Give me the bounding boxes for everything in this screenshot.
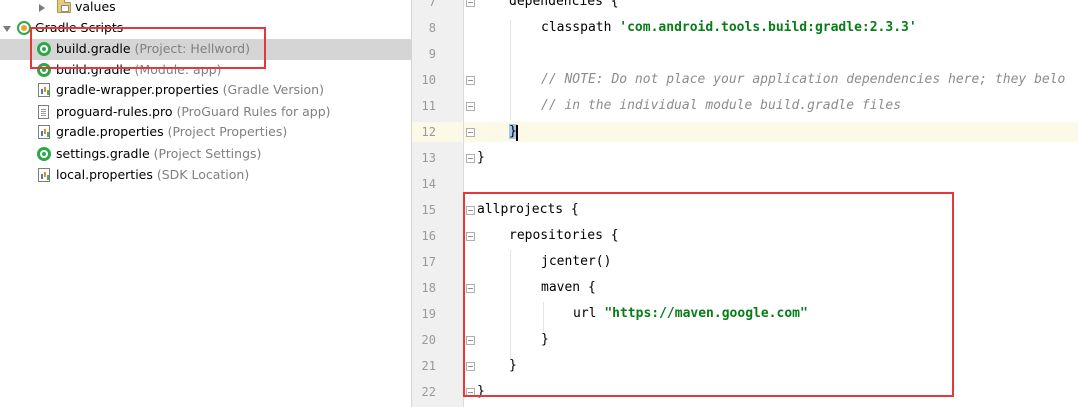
code-line-8: classpath 'com.android.tools.build:gradl…: [541, 20, 917, 35]
tree-item-label: local.properties (SDK Location): [56, 167, 250, 182]
collapse-arrow-icon[interactable]: [3, 26, 11, 32]
line-number: 13: [421, 151, 436, 165]
line-number: 10: [421, 73, 436, 87]
line-number: 15: [421, 203, 436, 217]
expand-arrow-icon[interactable]: [39, 4, 45, 12]
tree-item-values[interactable]: values: [0, 0, 411, 18]
highlight-box-allprojects: [463, 192, 954, 397]
text-file-icon: [38, 105, 49, 119]
code-line-13: }: [477, 150, 485, 165]
gradle-scripts-icon: [17, 21, 31, 35]
line-number: 12: [421, 125, 436, 139]
tree-item-label: gradle-wrapper.properties (Gradle Versio…: [56, 82, 324, 97]
line-number: 19: [421, 307, 436, 321]
highlight-box-build-gradle: [30, 27, 266, 69]
text-caret: [516, 125, 518, 141]
properties-icon: [38, 83, 50, 97]
fold-marker-icon[interactable]: [466, 0, 475, 7]
line-number: 8: [428, 21, 436, 35]
line-number: 18: [421, 281, 436, 295]
line-number: 9: [428, 47, 436, 61]
fold-marker-icon[interactable]: [466, 154, 475, 163]
fold-marker-icon[interactable]: [466, 76, 475, 85]
code-line-7: dependencies {: [509, 0, 619, 9]
line-number: 21: [421, 359, 436, 373]
gradle-icon: [37, 147, 51, 161]
code-line-10: // NOTE: Do not place your application d…: [541, 72, 1066, 87]
fold-marker-icon[interactable]: [466, 128, 475, 137]
tree-item-gradle-properties[interactable]: gradle.properties (Project Properties): [0, 122, 411, 143]
tree-item-proguard-rules[interactable]: proguard-rules.pro (ProGuard Rules for a…: [0, 102, 411, 123]
tree-item-label: values: [75, 0, 116, 14]
folder-icon: [57, 0, 71, 13]
line-number: 7: [428, 0, 436, 9]
line-number: 11: [421, 99, 436, 113]
line-number: 20: [421, 333, 436, 347]
properties-icon: [38, 125, 50, 139]
tree-item-label: settings.gradle (Project Settings): [56, 146, 262, 161]
line-number: 14: [421, 177, 436, 191]
line-number: 16: [421, 229, 436, 243]
tree-item-gradle-wrapper-properties[interactable]: gradle-wrapper.properties (Gradle Versio…: [0, 80, 411, 101]
project-tree: values Gradle Scripts build.gradle (Proj…: [0, 0, 412, 407]
indent-guide: [510, 20, 511, 120]
tree-item-local-properties[interactable]: local.properties (SDK Location): [0, 165, 411, 186]
properties-icon: [38, 168, 50, 182]
fold-marker-icon[interactable]: [466, 102, 475, 111]
line-number: 22: [421, 385, 436, 399]
tree-item-label: proguard-rules.pro (ProGuard Rules for a…: [56, 104, 331, 119]
tree-item-settings-gradle[interactable]: settings.gradle (Project Settings): [0, 144, 411, 165]
tree-item-label: gradle.properties (Project Properties): [56, 124, 288, 139]
code-line-11: // in the individual module build.gradle…: [541, 98, 902, 113]
line-number: 17: [421, 255, 436, 269]
